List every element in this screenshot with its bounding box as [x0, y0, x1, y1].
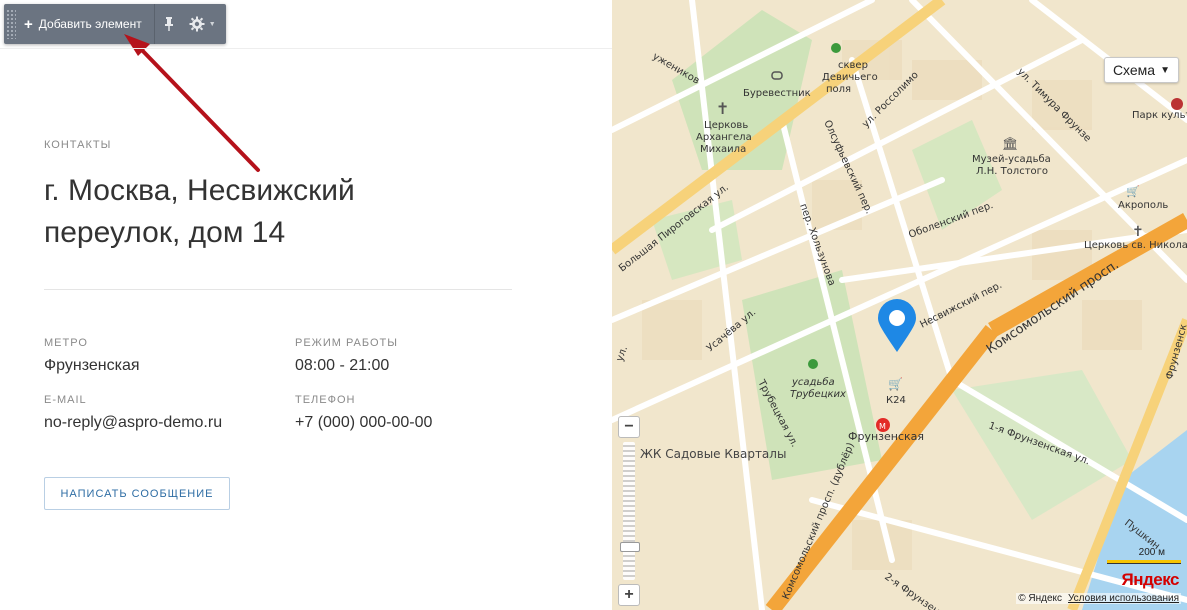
map-label: Церковь: [704, 120, 748, 131]
write-message-button[interactable]: НАПИСАТЬ СООБЩЕНИЕ: [44, 477, 230, 510]
map-label: Церковь св. Никола: [1084, 240, 1187, 251]
header-divider: [0, 48, 612, 49]
map-type-label: Схема: [1112, 62, 1156, 78]
map-label: Музей-усадьба: [972, 154, 1051, 165]
zoom-slider[interactable]: [623, 442, 635, 580]
drag-handle[interactable]: [6, 9, 16, 39]
phone-value[interactable]: +7 (000) 000-00-00: [295, 414, 432, 432]
phone-label: ТЕЛЕФОН: [295, 394, 356, 406]
copyright: © Яндекс: [1018, 593, 1062, 604]
map-label: Акрополь: [1118, 200, 1168, 211]
add-element-button[interactable]: + Добавить элемент: [16, 4, 155, 44]
map-label: Архангела: [696, 132, 752, 143]
email-label: E-MAIL: [44, 394, 87, 406]
map-label: ЖК Садовые Кварталы: [640, 447, 786, 461]
svg-text:✝: ✝: [1132, 224, 1144, 240]
scale-label: 200 м: [1138, 547, 1165, 558]
map-label: ул.: [614, 345, 630, 363]
map-canvas[interactable]: ✝ ✝ 🏛 🛒 🛒 M сквер Девичьего поля Буревес…: [612, 0, 1187, 610]
svg-text:✝: ✝: [716, 99, 729, 118]
add-element-label: Добавить элемент: [38, 17, 142, 31]
svg-text:🛒: 🛒: [1126, 185, 1140, 198]
pin-button[interactable]: [155, 4, 183, 44]
settings-button[interactable]: ▼: [183, 4, 222, 44]
scale-bar: [1107, 560, 1181, 564]
metro-label: МЕТРО: [44, 337, 88, 349]
svg-text:🏛: 🏛: [1002, 136, 1019, 152]
map-label: Парк культ: [1132, 110, 1187, 121]
caret-down-icon: ▼: [208, 20, 216, 28]
zoom-control: − +: [618, 416, 640, 606]
address-title: г. Москва, Несвижский переулок, дом 14: [44, 174, 355, 249]
map-label: Михаила: [700, 144, 746, 155]
email-value[interactable]: no-reply@aspro-demo.ru: [44, 414, 222, 432]
divider: [44, 289, 512, 290]
map-type-dropdown[interactable]: Схема ▼: [1103, 57, 1179, 83]
admin-toolbar: + Добавить элемент ▼: [4, 4, 226, 44]
pin-icon: [164, 17, 173, 31]
zoom-in-button[interactable]: +: [618, 584, 640, 606]
map-label: усадьба: [791, 376, 835, 388]
metro-value: Фрунзенская: [44, 357, 140, 374]
zoom-slider-handle[interactable]: [620, 542, 640, 552]
yandex-logo: Яндекс: [1121, 570, 1180, 589]
map-label: Л.Н. Толстого: [976, 166, 1048, 177]
map-label: сквер: [838, 60, 868, 71]
map-footer: © Яндекс Условия использования: [1016, 593, 1181, 604]
map-label: Девичьего: [822, 72, 878, 83]
map-label: Фрунзенск: [1164, 323, 1187, 381]
map-label: Трубецких: [790, 388, 846, 400]
map-label: Фрунзенская: [848, 430, 924, 443]
section-label: КОНТАКТЫ: [44, 139, 112, 151]
plus-icon: +: [24, 15, 33, 33]
map-label: 2-я Фрунзенская: [882, 571, 961, 610]
svg-text:🛒: 🛒: [888, 377, 903, 391]
zoom-out-button[interactable]: −: [618, 416, 640, 438]
hours-value: 08:00 - 21:00: [295, 357, 390, 374]
gear-icon: [189, 16, 205, 32]
map[interactable]: ✝ ✝ 🏛 🛒 🛒 M сквер Девичьего поля Буревес…: [612, 0, 1187, 610]
map-label: поля: [826, 84, 851, 95]
map-label: К24: [886, 395, 906, 406]
hours-label: РЕЖИМ РАБОТЫ: [295, 337, 399, 349]
map-label: Буревестник: [743, 88, 811, 99]
dropdown-arrow-icon: ▼: [1160, 64, 1170, 76]
terms-link[interactable]: Условия использования: [1068, 593, 1179, 604]
